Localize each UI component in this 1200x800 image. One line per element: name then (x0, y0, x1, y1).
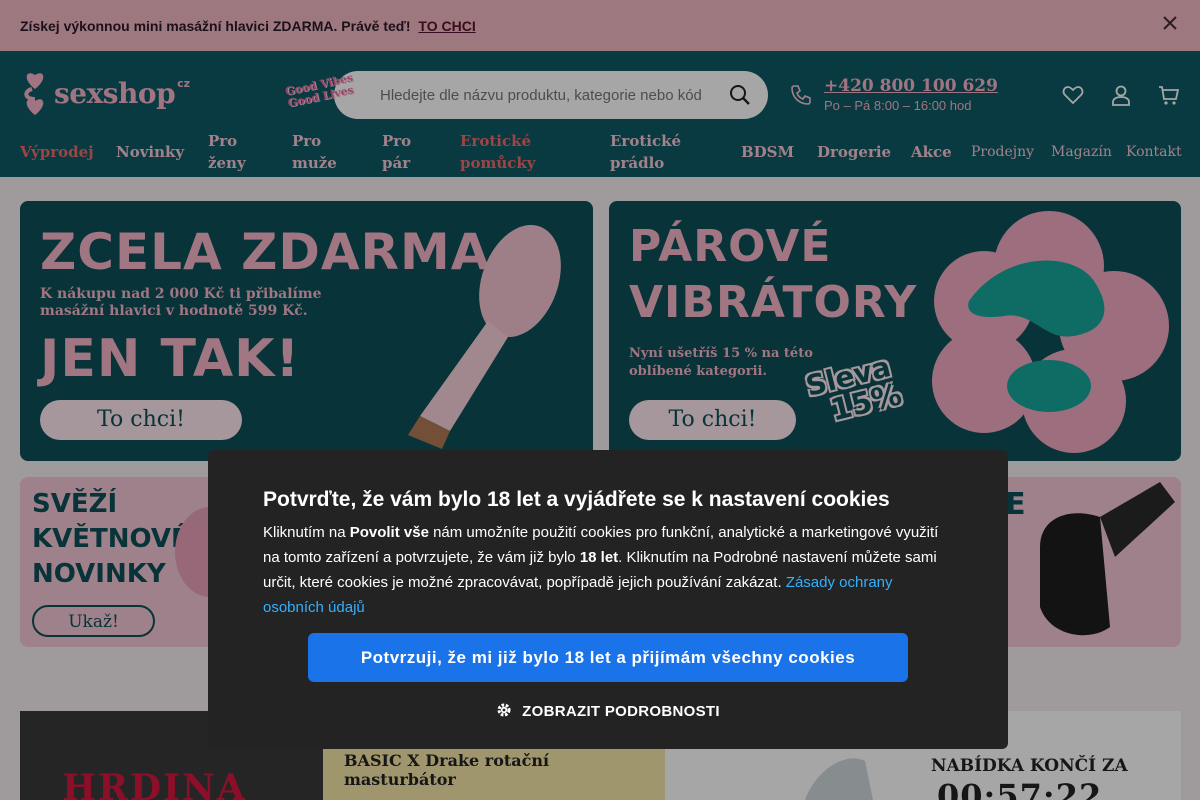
cookie-consent-modal: Potvrďte, že vám bylo 18 let a vyjádřete… (208, 450, 1008, 749)
desc-bold-1: Povolit vše (349, 524, 429, 541)
desc-part-1: Kliknutím na (263, 524, 350, 541)
modal-title: Potvrďte, že vám bylo 18 let a vyjádřete… (263, 488, 890, 511)
details-label: ZOBRAZIT PODROBNOSTI (522, 702, 720, 720)
gear-icon (496, 702, 512, 722)
accept-all-cookies-button[interactable]: Potvrzuji, že mi již bylo 18 let a přijí… (308, 633, 908, 682)
desc-bold-2: 18 let (579, 549, 619, 566)
show-details-button[interactable]: ZOBRAZIT PODROBNOSTI (208, 702, 1008, 722)
modal-description: Kliknutím na Povolit vše nám umožníte po… (263, 520, 953, 620)
